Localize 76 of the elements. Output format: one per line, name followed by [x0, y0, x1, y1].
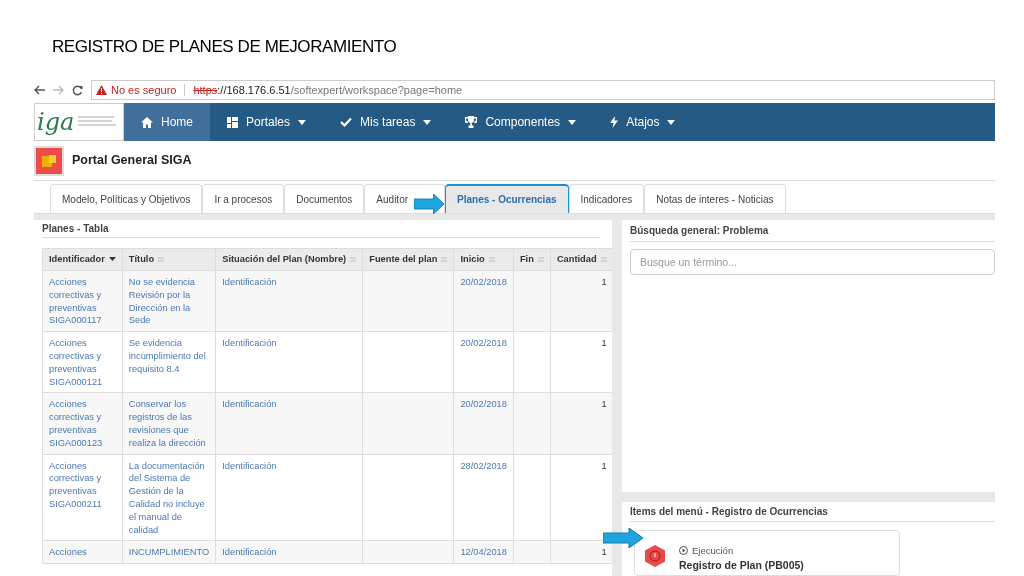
- column-header[interactable]: Identificador: [42, 248, 123, 271]
- table-cell[interactable]: 20/02/2018: [453, 331, 514, 393]
- tab[interactable]: Notas de interes - Noticias: [644, 184, 786, 213]
- table-cell[interactable]: Conservar los registros de las revisiones que realiza la dirección: [122, 392, 216, 455]
- table-cell[interactable]: Acciones correctivas y preventivas SIGA000117: [42, 270, 123, 332]
- table-cell[interactable]: Acciones correctivas y preventivas SIGA000123: [42, 392, 123, 455]
- table-cell[interactable]: Identificación: [215, 392, 363, 455]
- bolt-icon: [610, 116, 619, 128]
- sort-icon: [441, 257, 448, 262]
- grid-icon: [227, 116, 238, 128]
- back-icon[interactable]: [34, 85, 45, 95]
- table-cell[interactable]: INCUMPLIMIENTO: [122, 540, 216, 564]
- table-cell[interactable]: Identificación: [215, 540, 363, 564]
- warning-icon: [96, 85, 107, 95]
- table-cell[interactable]: Identificación: [215, 454, 363, 541]
- caret-icon: [423, 119, 432, 125]
- panel-title: Items del menú - Registro de Ocurrencias: [630, 502, 995, 522]
- url-text: https://168.176.6.51/softexpert/workspace?page=home: [193, 82, 463, 98]
- search-field[interactable]: Busque un término...: [630, 249, 995, 275]
- panel-title: Búsqueda general: Problema: [630, 220, 995, 242]
- column-header[interactable]: Cantidad: [550, 248, 612, 271]
- tab[interactable]: Ir a procesos: [202, 184, 285, 213]
- sort-icon: [108, 257, 116, 262]
- portal-logo: [34, 145, 64, 176]
- caret-icon: [667, 119, 676, 125]
- table-cell[interactable]: No se evidencia Revisión por la Dirección en la Sede: [122, 270, 216, 332]
- table-cell[interactable]: Acciones correctivas y preventivas SIGA000211: [42, 454, 123, 541]
- column-header[interactable]: Fuente del plan: [362, 248, 454, 271]
- reload-icon[interactable]: [72, 84, 83, 96]
- sort-icon: [600, 257, 607, 262]
- item-category: Ejecución: [679, 543, 804, 558]
- column-header[interactable]: Inicio: [453, 248, 514, 271]
- table-cell[interactable]: Se evidencia incumplimiento del requisito 8.4: [122, 331, 216, 393]
- table-cell[interactable]: La documentación del Sistema de Gestión de la Calidad no incluye el manual de calidad: [122, 454, 216, 541]
- nav-item[interactable]: Mis tareas: [323, 103, 449, 141]
- table-cell[interactable]: Identificación: [215, 270, 363, 332]
- logo-text: iga: [37, 110, 75, 134]
- nav-item[interactable]: Atajos: [593, 103, 693, 141]
- column-header[interactable]: Fin: [513, 248, 551, 271]
- tab[interactable]: Documentos: [284, 184, 365, 213]
- table-cell[interactable]: Acciones: [42, 540, 123, 564]
- nav-item[interactable]: Componentes: [448, 103, 594, 141]
- home-icon: [141, 116, 153, 128]
- menu-item-card[interactable]: Ejecución Registro de Plan (PB005): [634, 529, 900, 576]
- portal-title: Portal General SIGA: [72, 152, 192, 170]
- table-cell[interactable]: Identificación: [215, 331, 363, 393]
- table-cell[interactable]: 20/02/2018: [453, 392, 514, 455]
- caret-icon: [298, 119, 307, 125]
- check-icon: [340, 117, 353, 127]
- sort-icon: [488, 257, 495, 262]
- sort-icon: [537, 257, 544, 262]
- address-bar[interactable]: No es seguro https://168.176.6.51/softexpert/workspace?page=home: [91, 80, 995, 100]
- logo-tagline-drawing: [78, 115, 117, 129]
- sort-icon: [158, 257, 165, 262]
- item-title: Registro de Plan (PB005): [679, 558, 804, 573]
- nav-item[interactable]: Portales: [210, 103, 324, 141]
- security-warning: No es seguro: [111, 82, 177, 98]
- help-icon: [643, 543, 667, 568]
- column-header[interactable]: Título: [122, 248, 216, 271]
- trophy-icon: [465, 116, 478, 128]
- table-cell[interactable]: 20/02/2018: [453, 270, 514, 332]
- nav-item[interactable]: Home: [124, 103, 210, 141]
- arrow-icon: [603, 528, 643, 548]
- arrow-icon: [414, 194, 444, 214]
- tab[interactable]: Indicadores: [568, 184, 645, 213]
- slide-title: REGISTRO DE PLANES DE MEJORAMIENTO: [52, 36, 398, 58]
- tab[interactable]: Modelo, Políticas y Objetivos: [50, 184, 203, 213]
- table-cell[interactable]: Acciones correctivas y preventivas SIGA000121: [42, 331, 123, 393]
- column-header[interactable]: Situación del Plan (Nombre): [215, 248, 363, 271]
- caret-icon: [568, 119, 577, 125]
- tab[interactable]: Planes - Ocurrencias: [445, 184, 569, 213]
- sort-icon: [350, 257, 357, 262]
- panel-title: Planes - Tabla: [42, 220, 600, 238]
- table-cell[interactable]: 28/02/2018: [453, 454, 514, 541]
- play-circle-icon: [679, 546, 688, 556]
- table-cell[interactable]: 12/04/2018: [453, 540, 514, 564]
